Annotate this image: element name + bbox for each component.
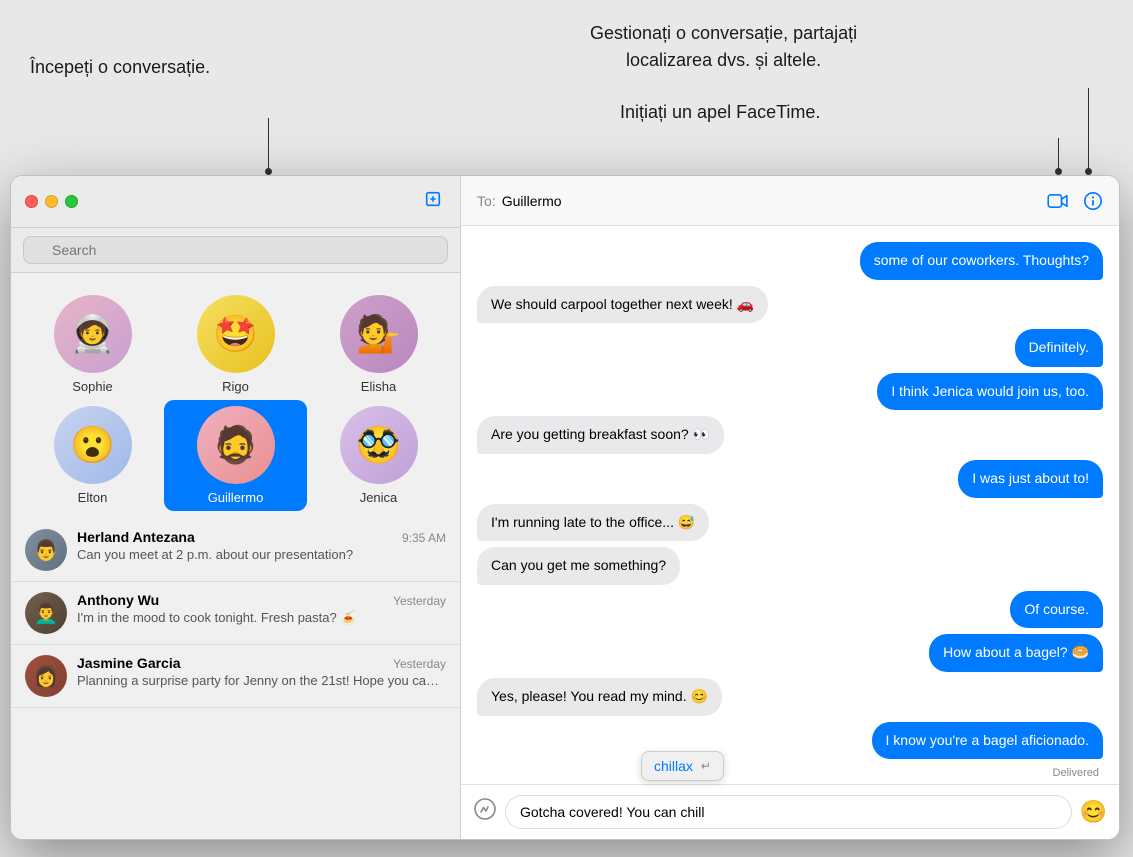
convo-time: Yesterday	[393, 594, 446, 608]
conversation-item-herland-antezana[interactable]: 👨 Herland Antezana 9:35 AM Can you meet at …	[11, 519, 460, 582]
pinned-contact-jenica[interactable]: 🥸 Jenica	[307, 400, 450, 511]
convo-name: Herland Antezana	[77, 529, 195, 545]
conversation-list: 👨 Herland Antezana 9:35 AM Can you meet at …	[11, 519, 460, 839]
message-row: Of course.	[477, 591, 1103, 629]
autocomplete-word: chillax	[654, 758, 693, 774]
pinned-contact-elton[interactable]: 😮 Elton	[21, 400, 164, 511]
contact-name-rigo: Rigo	[222, 379, 249, 394]
message-row: Yes, please! You read my mind. 😊	[477, 678, 1103, 716]
sidebar: 🔍 🧑‍🚀 Sophie 🤩 Rigo 💁 Elisha 😮 Elton 🧔 Guillermo 🥸…	[11, 176, 461, 839]
message-bubble: Can you get me something?	[477, 547, 680, 585]
message-row: We should carpool together next week! 🚗	[477, 286, 1103, 324]
contact-name-guillermo: Guillermo	[208, 490, 264, 505]
message-row: I was just about to!	[477, 460, 1103, 498]
convo-avatar: 👩	[25, 655, 67, 697]
annotation-manage: Gestionați o conversație, partajațilocal…	[590, 20, 857, 74]
contact-name-sophie: Sophie	[72, 379, 112, 394]
close-button[interactable]	[25, 195, 38, 208]
search-input[interactable]	[23, 236, 448, 264]
convo-preview: I'm in the mood to cook tonight. Fresh p…	[77, 610, 446, 627]
pinned-contact-elisha[interactable]: 💁 Elisha	[307, 289, 450, 400]
message-row: Definitely.	[477, 329, 1103, 367]
delivered-label: Delivered	[477, 767, 1099, 779]
convo-content: Herland Antezana 9:35 AM Can you meet at 2…	[77, 529, 446, 564]
message-input[interactable]	[505, 795, 1072, 829]
annotation-facetime: Inițiați un apel FaceTime.	[620, 100, 820, 125]
chat-header: To: Guillermo	[461, 176, 1119, 226]
conversation-item-jasmine-garcia[interactable]: 👩 Jasmine Garcia Yesterday Planning a surpr…	[11, 645, 460, 708]
message-bubble: Definitely.	[1015, 329, 1103, 367]
avatar-elton: 😮	[54, 406, 132, 484]
contact-name-jenica: Jenica	[360, 490, 398, 505]
message-bubble: I know you're a bagel aficionado.	[872, 722, 1103, 760]
pinned-contacts-grid: 🧑‍🚀 Sophie 🤩 Rigo 💁 Elisha 😮 Elton 🧔 Guillermo 🥸 Je…	[11, 273, 460, 519]
message-row: some of our coworkers. Thoughts?	[477, 242, 1103, 280]
message-bubble: Of course.	[1010, 591, 1103, 629]
convo-time: Yesterday	[393, 657, 446, 671]
message-bubble: I think Jenica would join us, too.	[877, 373, 1103, 411]
pinned-contact-sophie[interactable]: 🧑‍🚀 Sophie	[21, 289, 164, 400]
messages-container: some of our coworkers. Thoughts? We shoul…	[461, 226, 1119, 784]
emoji-button[interactable]: 😊	[1080, 799, 1107, 825]
contact-name-elton: Elton	[78, 490, 108, 505]
main-window: 🔍 🧑‍🚀 Sophie 🤩 Rigo 💁 Elisha 😮 Elton 🧔 Guillermo 🥸…	[10, 175, 1120, 840]
message-bubble: Yes, please! You read my mind. 😊	[477, 678, 722, 716]
convo-avatar: 👨‍🦱	[25, 592, 67, 634]
message-row: How about a bagel? 🥯	[477, 634, 1103, 672]
message-row: Can you get me something?	[477, 547, 1103, 585]
to-label: To:	[477, 193, 496, 209]
autocomplete-accept: ↵	[701, 759, 711, 773]
message-row: I think Jenica would join us, too.	[477, 373, 1103, 411]
chat-recipient: Guillermo	[502, 193, 562, 209]
compose-button[interactable]	[420, 188, 446, 215]
avatar-jenica: 🥸	[340, 406, 418, 484]
convo-content: Anthony Wu Yesterday I'm in the mood to co…	[77, 592, 446, 627]
convo-content: Jasmine Garcia Yesterday Planning a surpri…	[77, 655, 446, 690]
pinned-contact-rigo[interactable]: 🤩 Rigo	[164, 289, 307, 400]
message-bubble: some of our coworkers. Thoughts?	[860, 242, 1103, 280]
autocomplete-popup: chillax ↵	[641, 751, 724, 781]
message-row: I'm running late to the office... 😅	[477, 504, 1103, 542]
convo-name: Anthony Wu	[77, 592, 159, 608]
title-bar	[11, 176, 460, 228]
maximize-button[interactable]	[65, 195, 78, 208]
convo-time: 9:35 AM	[402, 531, 446, 545]
message-bubble: How about a bagel? 🥯	[929, 634, 1103, 672]
message-bubble: We should carpool together next week! 🚗	[477, 286, 768, 324]
message-row: Are you getting breakfast soon? 👀	[477, 416, 1103, 454]
chat-input-area: chillax ↵ 😊	[461, 784, 1119, 839]
avatar-guillermo: 🧔	[197, 406, 275, 484]
search-bar: 🔍	[11, 228, 460, 273]
message-bubble: I was just about to!	[958, 460, 1103, 498]
convo-name: Jasmine Garcia	[77, 655, 181, 671]
conversation-item-anthony-wu[interactable]: 👨‍🦱 Anthony Wu Yesterday I'm in the mood to…	[11, 582, 460, 645]
convo-preview: Can you meet at 2 p.m. about our present…	[77, 547, 446, 564]
annotation-compose: Începeți o conversație.	[30, 55, 210, 80]
avatar-elisha: 💁	[340, 295, 418, 373]
avatar-sophie: 🧑‍🚀	[54, 295, 132, 373]
avatar-rigo: 🤩	[197, 295, 275, 373]
chat-area: To: Guillermo s	[461, 176, 1119, 839]
app-store-button[interactable]	[473, 797, 497, 828]
pinned-contact-guillermo[interactable]: 🧔 Guillermo	[164, 400, 307, 511]
convo-avatar: 👨	[25, 529, 67, 571]
message-bubble: I'm running late to the office... 😅	[477, 504, 709, 542]
message-row: I know you're a bagel aficionado.	[477, 722, 1103, 760]
info-button[interactable]	[1083, 191, 1103, 211]
message-bubble: Are you getting breakfast soon? 👀	[477, 416, 724, 454]
minimize-button[interactable]	[45, 195, 58, 208]
contact-name-elisha: Elisha	[361, 379, 396, 394]
traffic-lights	[25, 195, 78, 208]
convo-preview: Planning a surprise party for Jenny on t…	[77, 673, 446, 690]
header-actions	[1047, 191, 1103, 211]
facetime-button[interactable]	[1047, 193, 1069, 209]
